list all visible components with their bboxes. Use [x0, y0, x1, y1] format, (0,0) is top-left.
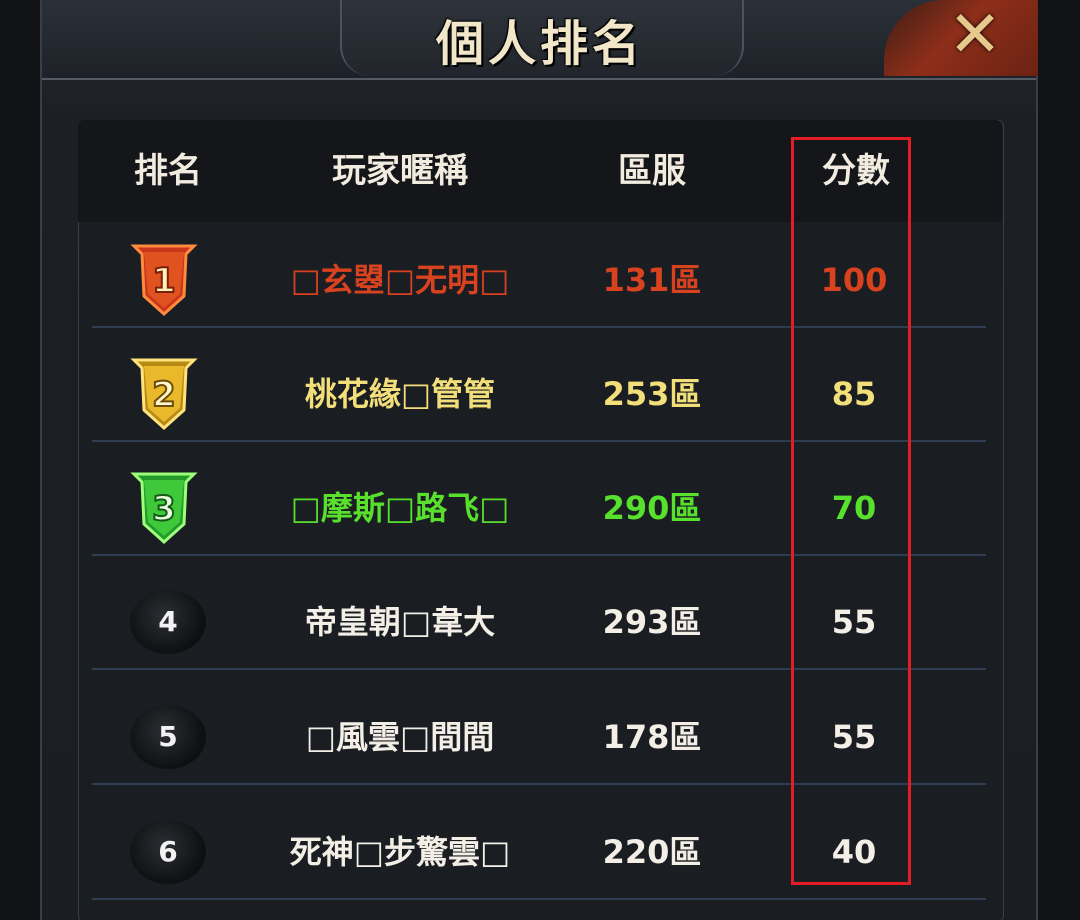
server-cell: 131區: [602, 261, 702, 299]
server-cell: 290區: [602, 489, 702, 527]
header-player: 玩家暱稱: [332, 151, 468, 191]
player-name: □風雲□間間: [305, 718, 495, 756]
close-icon: ✕: [948, 0, 1002, 72]
window-title: 個人排名: [435, 16, 644, 72]
server-cell: 253區: [602, 375, 702, 413]
server-cell: 178區: [602, 718, 702, 756]
score-column-highlight: [791, 137, 911, 885]
player-name: 桃花緣□管管: [304, 375, 496, 413]
server-cell: 293區: [602, 603, 702, 641]
header-rank: 排名: [134, 151, 202, 191]
server-cell: 220區: [602, 833, 702, 871]
player-name: □玄曌□无明□: [290, 261, 510, 299]
header-server: 區服: [618, 151, 686, 191]
close-button[interactable]: ✕: [884, 0, 1038, 76]
player-name: □摩斯□路飞□: [290, 489, 510, 527]
row-divider: [92, 898, 986, 900]
ranking-window: 個人排名 ✕ 排名 玩家暱稱 區服 分數 1 2 3 4 5 6 □玄曌□无明□…: [0, 0, 1080, 920]
player-name: 帝皇朝□韋大: [304, 603, 496, 641]
player-name: 死神□步驚雲□: [289, 833, 511, 871]
